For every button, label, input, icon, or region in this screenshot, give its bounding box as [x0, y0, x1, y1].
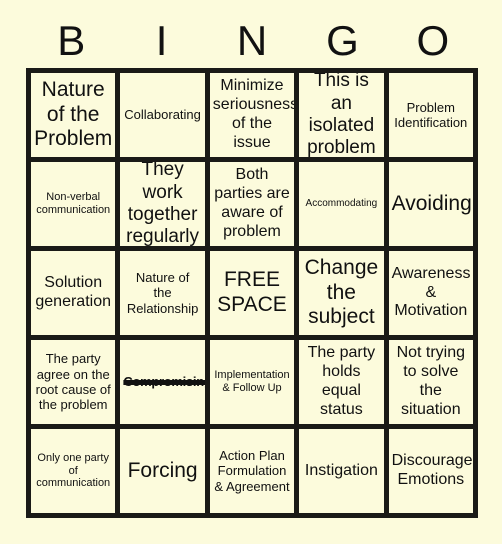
bingo-cell[interactable]: Only one party of communication: [31, 429, 121, 518]
bingo-cell[interactable]: Compromising: [120, 340, 210, 429]
bingo-cell-label: Nature of the Relationship: [126, 270, 199, 316]
bingo-header: B I N G O: [26, 14, 478, 68]
bingo-cell-label: Both parties are aware of problem: [214, 166, 290, 240]
bingo-cell[interactable]: Solution generation: [31, 251, 121, 340]
bingo-cell[interactable]: Not trying to solve the situation: [388, 340, 478, 429]
bingo-header-letter-i: I: [155, 17, 168, 64]
bingo-cell[interactable]: Accommodating: [299, 162, 389, 251]
bingo-header-letter-o: O: [416, 17, 450, 64]
bingo-cell[interactable]: Action Plan Formulation & Agreement: [209, 429, 300, 518]
bingo-cell[interactable]: Forcing: [120, 429, 210, 518]
bingo-cell[interactable]: Instigation: [299, 429, 389, 518]
bingo-cell-label: This is an isolated problem: [307, 73, 376, 159]
bingo-cell[interactable]: FREE SPACE: [209, 251, 300, 340]
bingo-cell-label: Solution generation: [35, 274, 111, 310]
bingo-cell-label: Avoiding: [391, 191, 472, 215]
bingo-cell-label: Instigation: [304, 461, 378, 479]
bingo-cell-label: Nature of the Problem: [34, 77, 113, 151]
bingo-cell-label: Awareness & Motivation: [391, 264, 471, 320]
bingo-header-letter-g: G: [326, 17, 359, 64]
bingo-cell-label: Accommodating: [305, 198, 378, 210]
bingo-cell[interactable]: Discourage Emotions: [388, 429, 478, 518]
bingo-cell[interactable]: Minimize seriousness of the issue: [209, 73, 300, 162]
bingo-cell-label: Change the subject: [304, 255, 379, 329]
bingo-cell-label: Action Plan Formulation & Agreement: [214, 448, 290, 494]
bingo-cell-label: Problem Identification: [394, 99, 468, 130]
bingo-cell[interactable]: Collaborating: [120, 73, 210, 162]
bingo-cell-label: Forcing: [127, 458, 198, 482]
bingo-cell-label: The party holds equal status: [307, 344, 376, 418]
bingo-cell-label: Only one party of communication: [36, 451, 111, 490]
bingo-grid: Nature of the Problem Collaborating Minimi…: [26, 68, 478, 518]
bingo-cell[interactable]: The party holds equal status: [299, 340, 389, 429]
bingo-cell-label: Implementation & Follow Up: [214, 369, 290, 394]
bingo-cell[interactable]: They work together regularly: [120, 162, 210, 251]
bingo-cell[interactable]: Avoiding: [388, 162, 478, 251]
bingo-cell[interactable]: Problem Identification: [388, 73, 478, 162]
bingo-cell[interactable]: Nature of the Problem: [31, 73, 121, 162]
bingo-cell[interactable]: Implementation & Follow Up: [209, 340, 300, 429]
bingo-cell-label: Not trying to solve the situation: [396, 344, 466, 418]
bingo-cell-label: Collaborating: [124, 107, 201, 123]
bingo-cell[interactable]: Change the subject: [299, 251, 389, 340]
bingo-cell[interactable]: This is an isolated problem: [299, 73, 389, 162]
bingo-cell-label: Discourage Emotions: [391, 452, 473, 488]
bingo-cell-label: The party agree on the root cause of the…: [35, 351, 111, 413]
bingo-cell-label: Minimize seriousness of the issue: [212, 77, 299, 151]
bingo-header-letter-b: B: [57, 17, 86, 64]
bingo-cell[interactable]: Awareness & Motivation: [388, 251, 478, 340]
bingo-cell-label: Compromising: [123, 374, 210, 390]
bingo-cell[interactable]: The party agree on the root cause of the…: [31, 340, 121, 429]
bingo-cell[interactable]: Both parties are aware of problem: [209, 162, 300, 251]
bingo-cell-label: They work together regularly: [126, 162, 200, 248]
bingo-cell[interactable]: Non-verbal communication: [31, 162, 121, 251]
bingo-card: B I N G O Nature of the Problem Collabora…: [0, 0, 502, 544]
bingo-header-letter-n: N: [236, 17, 268, 64]
bingo-cell[interactable]: Nature of the Relationship: [120, 251, 210, 340]
bingo-cell-label: FREE SPACE: [217, 268, 287, 316]
bingo-cell-label: Non-verbal communication: [36, 191, 111, 216]
